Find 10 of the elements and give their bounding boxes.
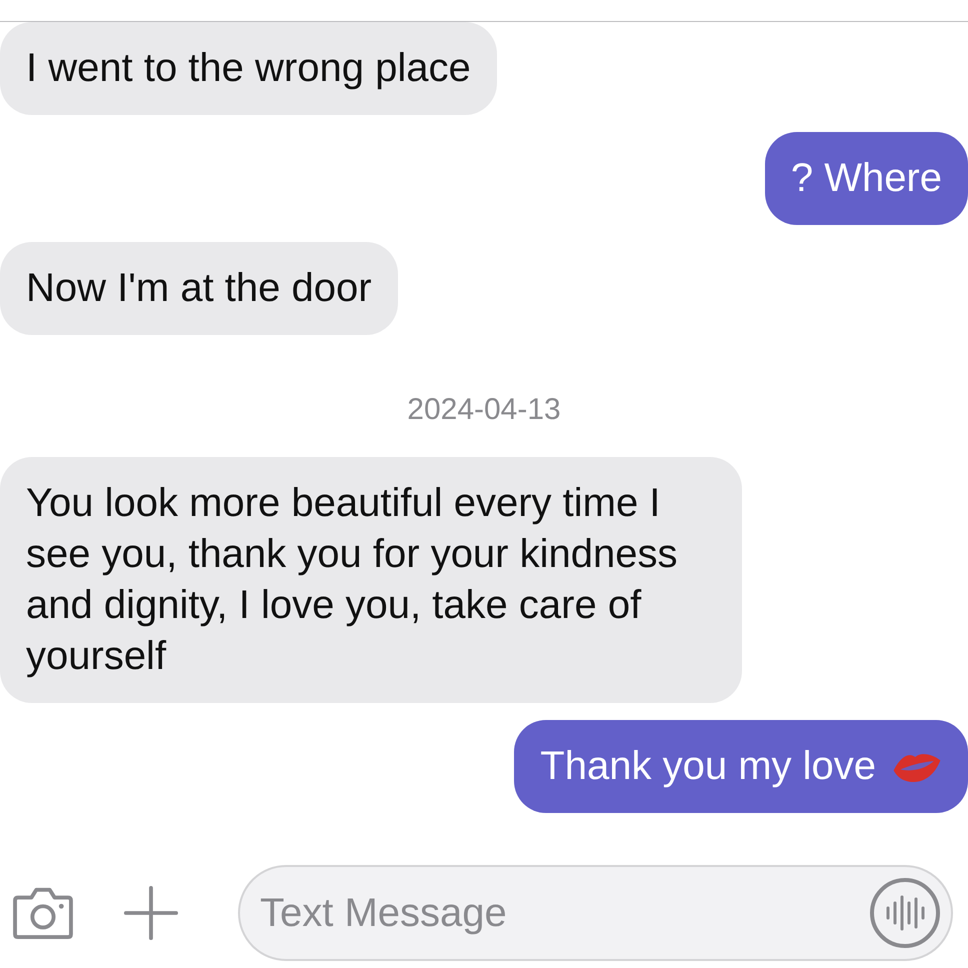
message-bubble: Now I'm at the door bbox=[0, 242, 398, 335]
message-bubble: Thank you my love bbox=[514, 720, 968, 813]
date-label: 2024-04-13 bbox=[406, 392, 562, 428]
message-field[interactable]: Text Message bbox=[238, 865, 953, 961]
plus-icon[interactable] bbox=[124, 886, 178, 940]
message-bubble: ? Where bbox=[764, 132, 968, 225]
message-bubble: I went to the wrong place bbox=[0, 22, 497, 115]
voice-icon[interactable] bbox=[869, 877, 941, 949]
message-bubble: You look more beautiful every time I see you, thank you for your kindness and dignity, I love you, take care of yourself bbox=[0, 457, 742, 703]
camera-icon[interactable] bbox=[12, 886, 74, 940]
